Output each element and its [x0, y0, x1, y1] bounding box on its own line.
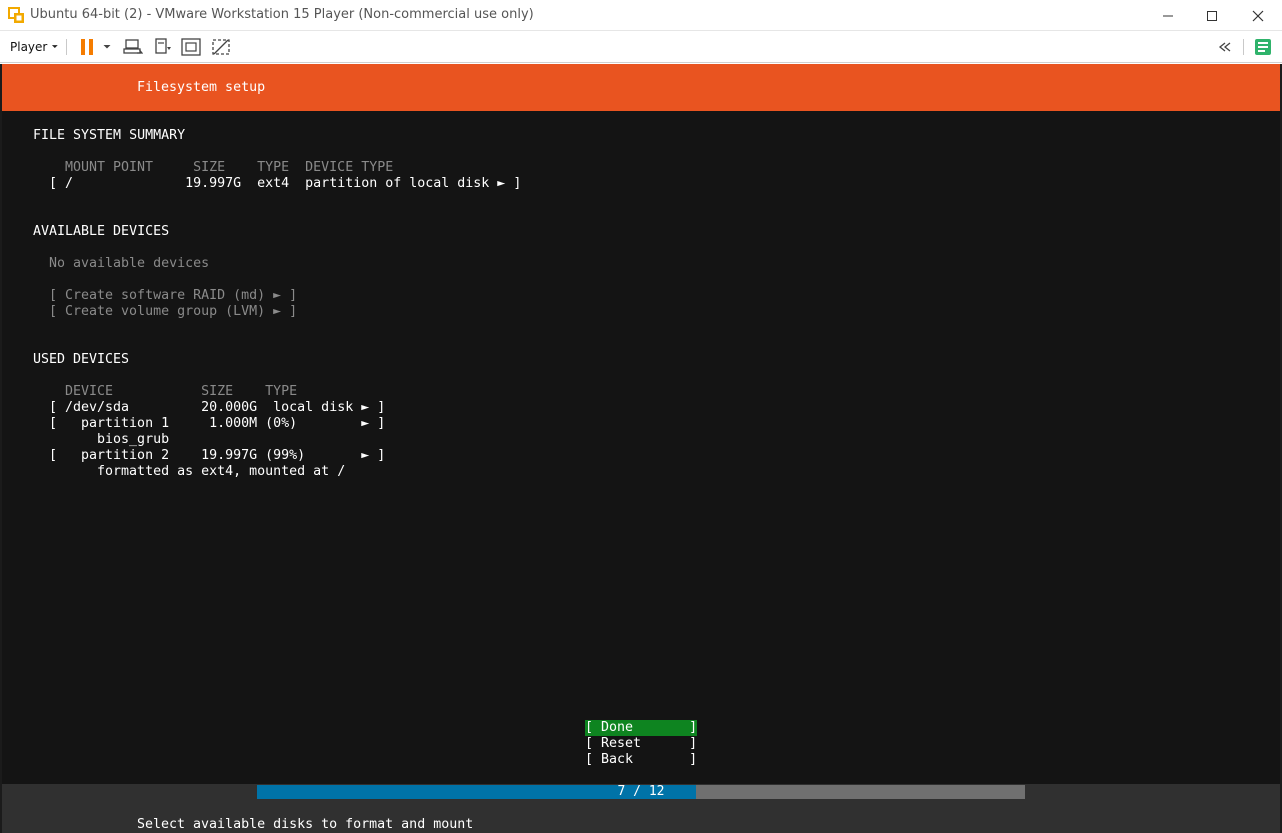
installer-footer: 7 / 12 Select available disks to format … [2, 784, 1280, 833]
pause-button[interactable] [76, 35, 98, 59]
send-ctrl-alt-del-icon [123, 39, 143, 54]
maximize-button[interactable] [1189, 0, 1235, 31]
close-button[interactable] [1235, 0, 1281, 31]
install-progress-label: 7 / 12 [617, 784, 665, 799]
vm-screen[interactable]: Filesystem setup FILE SYSTEM SUMMARY MOU… [2, 64, 1280, 833]
reset-button[interactable]: [ Reset ] [585, 736, 697, 752]
create-lvm-action[interactable]: [ Create volume group (LVM) ► ] [49, 304, 297, 320]
footer-hint: Select available disks to format and mou… [137, 817, 474, 832]
no-available-devices-text: No available devices [49, 256, 210, 271]
collapse-icon [1218, 42, 1231, 52]
collapse-toolbar-button[interactable] [1214, 35, 1236, 59]
done-button[interactable]: [ Done ] [585, 720, 697, 736]
window-title: Ubuntu 64-bit (2) - VMware Workstation 1… [30, 7, 534, 22]
available-devices-heading: AVAILABLE DEVICES [33, 224, 170, 239]
installer-title: Filesystem setup [137, 80, 266, 95]
removable-devices-button[interactable] [152, 35, 174, 59]
removable-devices-icon [155, 38, 171, 54]
device-row-sda[interactable]: [ /dev/sda 20.000G local disk ► ] [49, 400, 385, 416]
toolbar-separator [66, 39, 67, 55]
player-menu-button[interactable]: Player [10, 35, 60, 59]
library-button[interactable] [1252, 35, 1274, 59]
fs-summary-columns: MOUNT POINT SIZE TYPE DEVICE TYPE [65, 160, 394, 175]
fs-summary-heading: FILE SYSTEM SUMMARY [33, 128, 186, 143]
device-row-partition-1[interactable]: [ partition 1 1.000M (0%) ► ] [49, 416, 385, 432]
vmware-app-icon [8, 7, 24, 23]
close-icon [1252, 10, 1264, 21]
player-toolbar: Player [0, 31, 1282, 63]
send-ctrl-alt-del-button[interactable] [122, 35, 144, 59]
back-button[interactable]: [ Back ] [585, 752, 697, 768]
used-devices-columns: DEVICE SIZE TYPE [65, 384, 298, 399]
partition-1-detail: bios_grub [49, 432, 170, 447]
partition-2-detail: formatted as ext4, mounted at / [49, 464, 346, 479]
minimize-icon [1163, 15, 1173, 16]
maximize-icon [1207, 10, 1217, 21]
player-menu-label: Player [10, 40, 48, 54]
used-devices-heading: USED DEVICES [33, 352, 130, 367]
toolbar-separator [1243, 39, 1244, 55]
device-row-partition-2[interactable]: [ partition 2 19.997G (99%) ► ] [49, 448, 385, 464]
chevron-down-icon [52, 45, 59, 48]
fullscreen-icon [181, 38, 201, 56]
chevron-down-icon [103, 45, 111, 49]
fs-summary-row-root[interactable]: [ / 19.997G ext4 partition of local disk… [49, 176, 521, 192]
create-raid-action[interactable]: [ Create software RAID (md) ► ] [49, 288, 297, 304]
power-options-dropdown[interactable] [99, 35, 115, 59]
minimize-button[interactable] [1145, 0, 1191, 31]
install-progress-bar: 7 / 12 [257, 784, 1025, 799]
fullscreen-button[interactable] [180, 35, 202, 59]
pause-icon [81, 39, 93, 55]
unity-button[interactable] [210, 35, 232, 59]
library-icon [1255, 39, 1271, 55]
window-titlebar: Ubuntu 64-bit (2) - VMware Workstation 1… [0, 0, 1282, 31]
unity-icon [212, 39, 230, 55]
